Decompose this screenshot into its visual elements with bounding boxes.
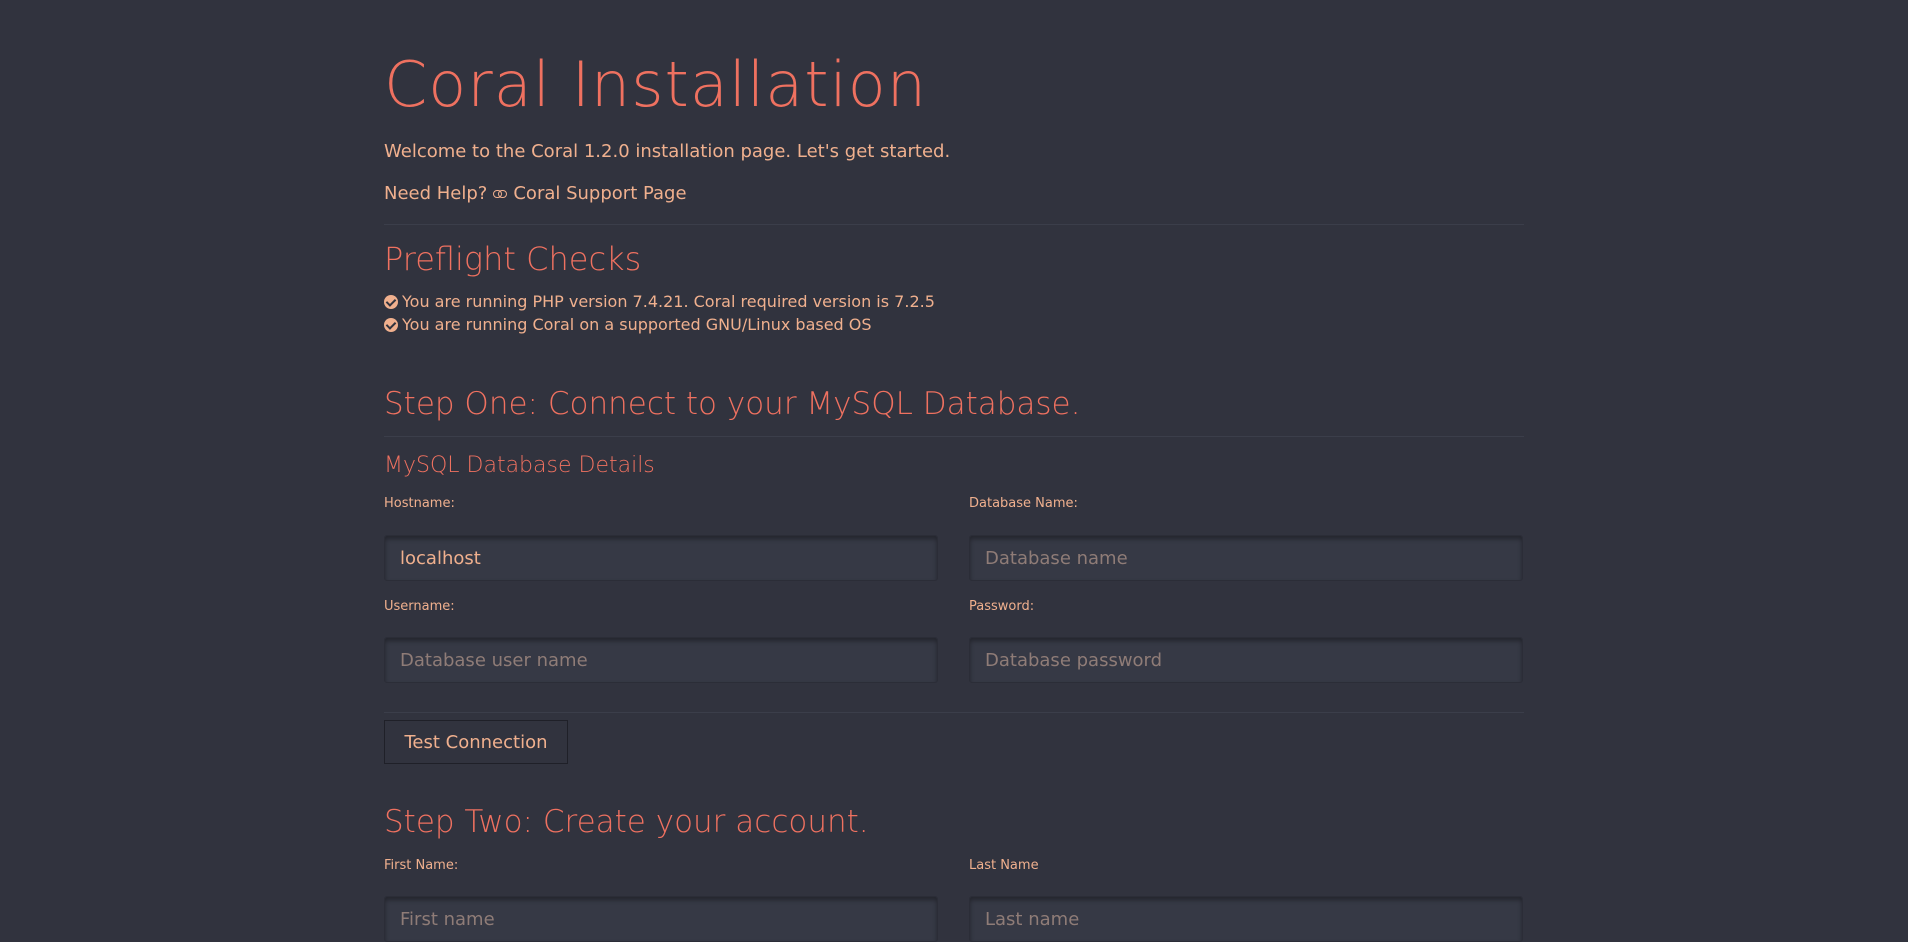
username-input[interactable] <box>384 637 938 683</box>
test-connection-button[interactable]: Test Connection <box>384 720 568 764</box>
hostname-input[interactable] <box>384 535 938 581</box>
mysql-details-heading: MySQL Database Details <box>384 453 655 478</box>
preflight-heading: Preflight Checks <box>384 240 642 278</box>
step-one-heading: Step One: Connect to your MySQL Database… <box>384 386 1081 422</box>
password-input[interactable] <box>969 637 1523 683</box>
divider <box>384 436 1524 437</box>
database-name-input[interactable] <box>969 535 1523 581</box>
check-circle-icon <box>384 294 398 309</box>
last-name-label: Last Name <box>969 858 1039 873</box>
page-title: Coral Installation <box>384 48 928 121</box>
support-page-link[interactable]: Coral Support Page <box>493 183 687 204</box>
support-page-link-label: Coral Support Page <box>513 183 687 204</box>
preflight-check-text: You are running Coral on a supported GNU… <box>402 315 872 334</box>
preflight-check-text: You are running PHP version 7.4.21. Cora… <box>402 292 935 311</box>
check-circle-icon <box>384 317 398 332</box>
preflight-check-php: You are running PHP version 7.4.21. Cora… <box>384 292 935 311</box>
last-name-input[interactable] <box>969 896 1523 942</box>
username-label: Username: <box>384 599 455 614</box>
help-prefix: Need Help? <box>384 183 488 204</box>
divider <box>384 712 1524 713</box>
first-name-input[interactable] <box>384 896 938 942</box>
first-name-label: First Name: <box>384 858 459 873</box>
preflight-check-os: You are running Coral on a supported GNU… <box>384 315 872 334</box>
database-name-label: Database Name: <box>969 496 1078 511</box>
welcome-text: Welcome to the Coral 1.2.0 installation … <box>384 141 951 162</box>
link-icon <box>493 189 508 198</box>
step-two-heading: Step Two: Create your account. <box>384 804 869 840</box>
hostname-label: Hostname: <box>384 496 455 511</box>
password-label: Password: <box>969 599 1035 614</box>
help-row: Need Help? Coral Support Page <box>384 183 687 204</box>
divider <box>384 224 1524 225</box>
